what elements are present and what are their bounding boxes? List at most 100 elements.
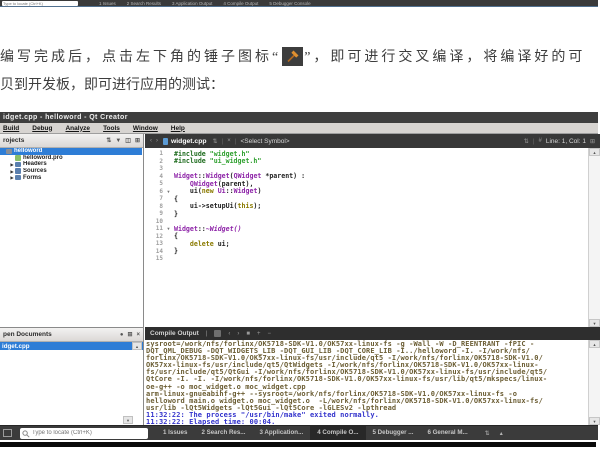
nav-back-icon[interactable]: ‹ (150, 138, 152, 144)
line-number: 15 (145, 255, 163, 262)
code-line: 13 delete ui; (145, 240, 588, 248)
symbol-dropdown-icon[interactable]: ⇅ (524, 138, 529, 145)
code-line: 15 (145, 255, 588, 263)
scroll-down-icon[interactable]: ▾ (589, 417, 600, 425)
line-number: 7 (145, 195, 163, 202)
file-type-icon (163, 138, 168, 145)
scroll-up-icon[interactable]: ▴ (589, 148, 600, 156)
top-locator-input[interactable] (2, 1, 78, 6)
zoom-in-icon[interactable]: + (257, 331, 261, 337)
tree-item-forms[interactable]: ▶Forms (0, 174, 142, 181)
collapse-pane-icon[interactable]: ▴ (500, 430, 503, 437)
bottom-border-rule (0, 442, 596, 447)
manage-icon[interactable]: ● (120, 332, 124, 338)
menu-help[interactable]: Help (171, 125, 185, 132)
top-output-tab[interactable]: 2 Search Results (127, 1, 161, 6)
document-dropdown-icon[interactable]: ⇅ (213, 138, 218, 145)
page: 1 Issues 2 Search Results 3 Application Ou… (0, 0, 600, 450)
tree-item-label: Headers (23, 161, 47, 167)
scroll-up-icon[interactable]: ▴ (132, 342, 142, 350)
doc-paragraph-line1: 编写完成后，点击左下角的锤子图标“ ”，即可进行交叉编译，将编译好的可 (0, 44, 600, 68)
menu-analyze[interactable]: Analyze (65, 125, 90, 132)
link-icon[interactable]: ◫ (125, 138, 131, 144)
line-number: 2 (145, 158, 163, 165)
tree-item-label: Sources (23, 168, 47, 174)
output-panes-icon[interactable] (3, 429, 12, 437)
close-document-icon[interactable]: × (227, 138, 231, 144)
open-document-item[interactable]: idget.cpp (0, 342, 143, 350)
top-output-tab[interactable]: 4 Compile Output (223, 1, 258, 6)
top-cutoff-status-bar: 1 Issues 2 Search Results 3 Application Ou… (0, 0, 598, 7)
line-number: 13 (145, 240, 163, 247)
tree-item-label: Forms (23, 175, 41, 181)
scroll-down-icon[interactable]: ▾ (123, 416, 133, 424)
top-output-tab[interactable]: 1 Issues (99, 1, 116, 6)
scroll-down-icon[interactable]: ▾ (589, 319, 600, 327)
top-output-tab[interactable]: 5 Debugger Console (269, 1, 310, 6)
editor-tab-bar: ‹ › widget.cpp ⇅ | × | <Select Symbol> ⇅… (145, 134, 600, 148)
project-folder-icon (6, 149, 12, 155)
locator-input[interactable] (20, 428, 148, 439)
window-title-bar[interactable]: idget.cpp - helloword - Qt Creator (0, 112, 598, 123)
prev-item-icon[interactable]: ‹ (228, 331, 230, 337)
build-icon[interactable] (214, 330, 221, 337)
scroll-up-icon[interactable]: ▴ (589, 340, 600, 348)
filter-icon[interactable]: ▼ (115, 138, 121, 144)
zoom-out-icon[interactable]: − (267, 331, 271, 337)
projects-panel-title: rojects (3, 137, 24, 144)
line-number: 10 (145, 218, 163, 225)
symbol-selector[interactable]: <Select Symbol> (240, 138, 289, 145)
tree-item-helloword-pro[interactable]: helloword.pro (0, 155, 142, 162)
pane-tab-6[interactable]: 6 General M... (420, 426, 474, 440)
fold-marker-icon[interactable]: ▼ (163, 189, 174, 194)
compile-output-title: Compile Output (150, 330, 199, 337)
nav-forward-icon[interactable]: › (156, 138, 158, 144)
editor-scrollbar[interactable]: ▴ ▾ (588, 148, 600, 327)
menu-window[interactable]: Window (133, 125, 158, 132)
code-text: ui->setupUi(this); (174, 202, 261, 210)
compile-output-text[interactable]: sysroot=/work/nfs/forlinx/OK5718-SDK-V1.… (146, 340, 588, 426)
output-pane-tabs: 1 Issues2 Search Res...3 Application...4… (156, 426, 475, 441)
code-line: 9} (145, 210, 588, 218)
sync-icon[interactable]: ⇅ (106, 138, 111, 144)
code-line: 6▼ ui(new Ui::Widget) (145, 188, 588, 196)
tree-item-headers[interactable]: ▶Headers (0, 161, 142, 168)
locator-field[interactable] (20, 428, 148, 439)
pane-tab-5[interactable]: 5 Debugger ... (366, 426, 421, 440)
pane-tab-3[interactable]: 3 Application... (252, 426, 310, 440)
close-icon[interactable]: × (136, 332, 140, 338)
pane-tab-2[interactable]: 2 Search Res... (194, 426, 252, 440)
top-output-tabs: 1 Issues 2 Search Results 3 Application Ou… (88, 1, 311, 6)
compile-output-panel: Compile Output | ‹ › ■ + − sysroot=/work… (145, 327, 600, 425)
split-editor-icon[interactable]: ⊞ (590, 138, 595, 145)
tree-item-helloword[interactable]: helloword (0, 148, 142, 155)
fold-marker-icon[interactable]: ▼ (163, 226, 174, 231)
pane-tab-4[interactable]: 4 Compile O... (310, 426, 365, 440)
menu-build[interactable]: Build (3, 125, 19, 132)
open-documents-panel: pen Documents ● ⊞ × idget.cpp ▴ ▾ (0, 327, 144, 425)
split-icon[interactable]: ⊞ (135, 138, 140, 144)
open-documents-list: idget.cpp (0, 342, 143, 350)
menu-debug[interactable]: Debug (32, 125, 52, 132)
code-text: Widget::~Widget() (174, 225, 242, 233)
line-number: 3 (145, 165, 163, 172)
tree-item-sources[interactable]: ▶Sources (0, 168, 142, 175)
code-line: 8 ui->setupUi(this); (145, 203, 588, 211)
compile-output-scrollbar[interactable]: ▴ ▾ (588, 340, 600, 425)
split-icon[interactable]: ⊞ (127, 332, 132, 338)
line-number: 12 (145, 233, 163, 240)
doc-text-before-icon: 编写完成后，点击左下角的锤子图标“ (0, 46, 281, 66)
line-number: 6 (145, 188, 163, 195)
pane-tab-1[interactable]: 1 Issues (156, 426, 194, 440)
line-number: 8 (145, 203, 163, 210)
menu-tools[interactable]: Tools (103, 125, 120, 132)
top-output-tab[interactable]: 3 Application Output (172, 1, 212, 6)
code-area[interactable]: 1#include "widget.h"2#include "ui_widget… (145, 148, 588, 327)
code-text: #include "ui_widget.h" (174, 157, 261, 165)
pane-overflow-icon[interactable]: ⇅ (485, 430, 490, 437)
open-documents-header: pen Documents ● ⊞ × (0, 328, 143, 342)
sources-folder-icon (15, 168, 21, 174)
stop-icon[interactable]: ■ (246, 331, 250, 337)
next-item-icon[interactable]: › (237, 331, 239, 337)
editor-tab-title[interactable]: widget.cpp (171, 138, 207, 145)
